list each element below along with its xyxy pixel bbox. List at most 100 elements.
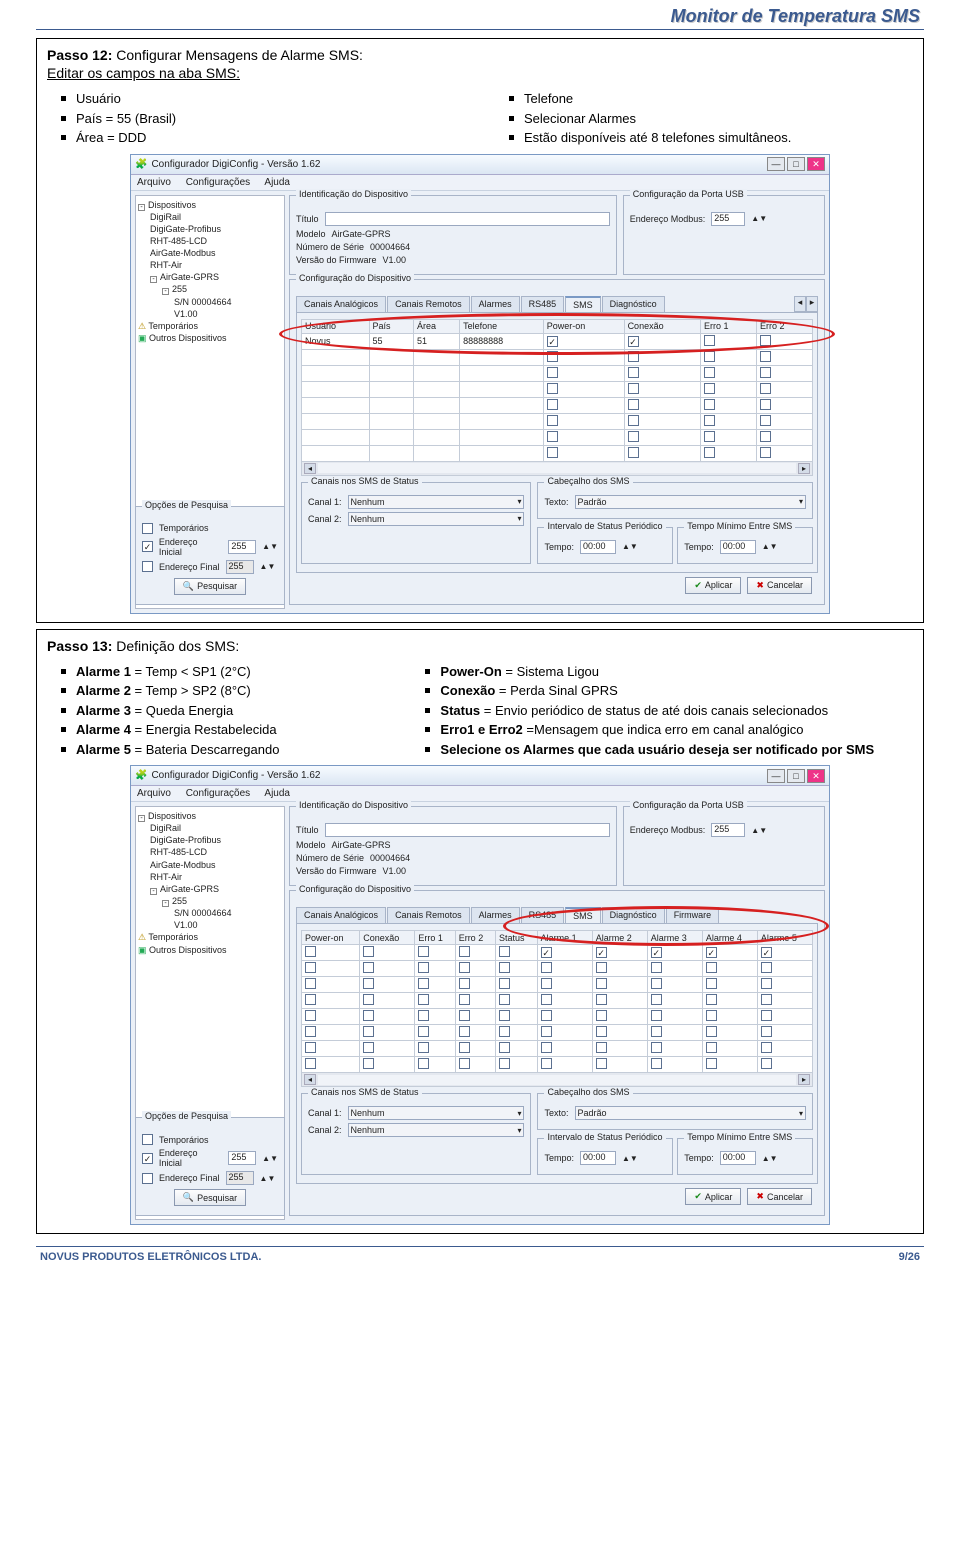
min-time-fieldset: Tempo Mínimo Entre SMS Tempo:00:00▲▼ [677,527,813,564]
header-title: Monitor de Temperatura SMS [0,0,960,29]
app-icon: 🧩 [135,159,147,170]
passo13-title: Passo 13: Definição dos SMS: [47,638,913,654]
list-item: Telefone [495,89,913,109]
select[interactable]: Nenhum [348,1123,525,1137]
list-item: Alarme 3 = Queda Energia [47,701,381,721]
checkbox[interactable]: ✓ [142,1153,153,1164]
checkbox[interactable] [142,1134,153,1145]
checkbox[interactable]: ✓ [628,336,639,347]
warning-icon: ⚠ [138,321,146,331]
window-title: Configurador DigiConfig - Versão 1.62 [151,159,320,170]
menu-item[interactable]: Configurações [186,177,250,188]
select[interactable]: Nenhum [348,1106,525,1120]
tab-item[interactable]: Canais Remotos [387,907,470,923]
list-item: Alarme 5 = Bateria Descarregando [47,740,381,760]
pesquisar-button[interactable]: 🔍Pesquisar [174,578,246,595]
devices-icon: ▣ [138,945,147,955]
select[interactable]: Padrão [575,495,807,509]
interval-fieldset: Intervalo de Status Periódico Tempo:00:0… [537,1138,673,1175]
list-item: Área = DDD [47,128,465,148]
horizontal-scrollbar[interactable]: ◂▸ [301,462,813,476]
list-item: Selecionar Alarmes [495,109,913,129]
aplicar-button[interactable]: ✔Aplicar [685,1188,741,1205]
cancelar-button[interactable]: ✖Cancelar [747,1188,812,1205]
tab-item[interactable]: Canais Remotos [387,296,470,312]
device-config-fieldset: Configuração do Dispositivo Canais Analó… [289,279,825,605]
list-item: Alarme 1 = Temp < SP1 (2°C) [47,662,381,682]
window-title: Configurador DigiConfig - Versão 1.62 [151,770,320,781]
minimize-button[interactable]: — [767,157,785,171]
tab-item[interactable]: Diagnóstico [602,907,665,923]
sms-header-fieldset: Cabeçalho dos SMS Texto:Padrão [537,1093,813,1130]
tab-scroll-right-icon[interactable]: ▸ [806,296,818,312]
tab-item[interactable]: Canais Analógicos [296,296,386,312]
list-item: Alarme 4 = Energia Restabelecida [47,720,381,740]
checkbox[interactable] [142,561,153,572]
menu-item[interactable]: Ajuda [264,788,290,799]
window-titlebar: 🧩 Configurador DigiConfig - Versão 1.62 —… [131,766,829,786]
usb-port-fieldset: Configuração da Porta USB Endereço Modbu… [623,806,825,886]
list-item: Usuário [47,89,465,109]
table-row[interactable]: ✓✓ ✓✓ ✓ [302,945,813,961]
passo13-right-col: Power-On = Sistema Ligou Conexão = Perda… [411,662,913,760]
page-footer: NOVUS PRODUTOS ELETRÔNICOS LTDA. 9/26 [0,1249,960,1277]
menu-item[interactable]: Arquivo [137,177,171,188]
cancelar-button[interactable]: ✖Cancelar [747,577,812,594]
checkbox[interactable] [704,335,715,346]
checkbox[interactable]: ✓ [142,541,153,552]
passo12-right-col: Telefone Selecionar Alarmes Estão dispon… [495,89,913,148]
tab-item[interactable]: RS485 [521,907,565,923]
list-item: Selecione os Alarmes que cada usuário de… [411,740,913,760]
interval-fieldset: Intervalo de Status Periódico Tempo:00:0… [537,527,673,564]
horizontal-scrollbar[interactable]: ◂▸ [301,1073,813,1087]
close-button[interactable]: ✕ [807,157,825,171]
checkbox[interactable] [142,1173,153,1184]
tab-item[interactable]: Canais Analógicos [296,907,386,923]
maximize-button[interactable]: □ [787,769,805,783]
tab-item[interactable]: Firmware [666,907,720,923]
window-titlebar: 🧩 Configurador DigiConfig - Versão 1.62 —… [131,155,829,175]
usb-port-fieldset: Configuração da Porta USB Endereço Modbu… [623,195,825,275]
close-button[interactable]: ✕ [807,769,825,783]
menu-item[interactable]: Configurações [186,788,250,799]
tab-scroll-left-icon[interactable]: ◂ [794,296,806,312]
menu-item[interactable]: Arquivo [137,788,171,799]
passo12-left-col: Usuário País = 55 (Brasil) Área = DDD [47,89,465,148]
passo12-title: Passo 12: Configurar Mensagens de Alarme… [47,47,913,63]
tab-item[interactable]: Alarmes [471,296,520,312]
menu-item[interactable]: Ajuda [264,177,290,188]
device-id-fieldset: Identificação do Dispositivo Título Mode… [289,195,617,275]
list-item: Erro1 e Erro2 =Mensagem que indica erro … [411,720,913,740]
maximize-button[interactable]: □ [787,157,805,171]
warning-icon: ⚠ [138,932,146,942]
screenshot-1: 🧩 Configurador DigiConfig - Versão 1.62 —… [130,154,830,614]
list-item: Alarme 2 = Temp > SP2 (8°C) [47,681,381,701]
search-options-fieldset: Opções de Pesquisa Temporários ✓Endereço… [135,506,285,605]
checkbox[interactable] [760,335,771,346]
checkbox[interactable]: ✓ [547,336,558,347]
footer-page-number: 9/26 [899,1251,920,1263]
tab-item-active[interactable]: SMS [565,907,601,923]
table-row[interactable]: Novus55 5188888888 ✓ ✓ [302,333,813,349]
aplicar-button[interactable]: ✔Aplicar [685,577,741,594]
pesquisar-button[interactable]: 🔍Pesquisar [174,1189,246,1206]
app-icon: 🧩 [135,770,147,781]
tab-item[interactable]: Diagnóstico [602,296,665,312]
select[interactable]: Padrão [575,1106,807,1120]
screenshot-2: 🧩 Configurador DigiConfig - Versão 1.62 —… [130,765,830,1225]
status-channels-fieldset: Canais nos SMS de Status Canal 1:Nenhum … [301,1093,531,1175]
section-passo13: Passo 13: Definição dos SMS: Alarme 1 = … [36,629,924,1235]
status-channels-fieldset: Canais nos SMS de Status Canal 1:Nenhum … [301,482,531,564]
tab-item[interactable]: Alarmes [471,907,520,923]
select[interactable]: Nenhum [348,495,525,509]
tab-item-active[interactable]: SMS [565,296,601,312]
tab-item[interactable]: RS485 [521,296,565,312]
list-item: País = 55 (Brasil) [47,109,465,129]
checkbox[interactable] [142,523,153,534]
tabs: Canais Analógicos Canais Remotos Alarmes… [296,907,818,924]
list-item: Estão disponíveis até 8 telefones simult… [495,128,913,148]
minimize-button[interactable]: — [767,769,785,783]
sms-grid[interactable]: Power-onConexão Erro 1Erro 2 StatusAlarm… [301,930,813,1073]
sms-grid[interactable]: UsuárioPaís ÁreaTelefone Power-onConexão… [301,319,813,462]
select[interactable]: Nenhum [348,512,525,526]
